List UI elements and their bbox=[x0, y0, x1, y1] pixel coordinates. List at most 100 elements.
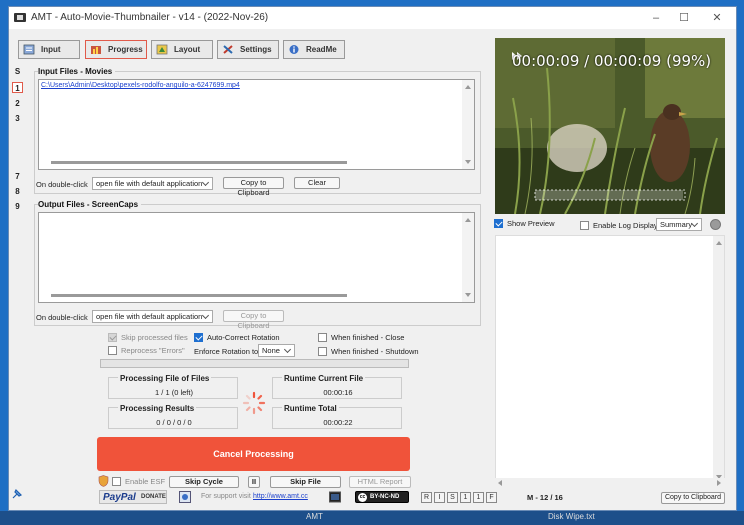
side-button-7[interactable]: 7 bbox=[12, 171, 23, 182]
log-hscroll[interactable] bbox=[495, 478, 725, 488]
side-button-9[interactable]: 9 bbox=[12, 201, 23, 212]
window-title: AMT - Auto-Movie-Thumbnailer - v14 - (20… bbox=[31, 12, 269, 23]
output-list-vscroll[interactable] bbox=[462, 213, 474, 302]
processing-results-title: Processing Results bbox=[118, 404, 197, 413]
runtime-total-value: 00:00:22 bbox=[323, 418, 353, 427]
skip-processed-label: Skip processed files bbox=[121, 333, 188, 342]
output-copy-button[interactable]: Copy to Clipboard bbox=[223, 310, 284, 330]
output-files-list[interactable] bbox=[38, 212, 475, 303]
processing-file-box: Processing File of Files 1 / 1 (0 left) bbox=[108, 374, 238, 399]
video-preview: 00:00:09 / 00:00:09 (99%) bbox=[495, 38, 725, 214]
reprocess-errors-checkbox[interactable] bbox=[108, 346, 117, 355]
side-button-2[interactable]: 2 bbox=[12, 98, 23, 109]
processing-file-title: Processing File of Files bbox=[118, 374, 212, 383]
log-vscroll[interactable] bbox=[713, 236, 724, 484]
runtime-current-value: 00:00:16 bbox=[323, 388, 353, 397]
status-button-f[interactable]: F bbox=[486, 492, 497, 503]
html-report-button[interactable]: HTML Report bbox=[349, 476, 411, 488]
pin-icon[interactable] bbox=[11, 488, 23, 500]
license-badge[interactable]: cc BY-NC-ND bbox=[355, 491, 409, 503]
input-dblclick-select[interactable]: open file with default application bbox=[92, 177, 213, 190]
status-button-s[interactable]: S bbox=[447, 492, 458, 503]
title-bar: AMT - Auto-Movie-Thumbnailer - v14 - (20… bbox=[9, 7, 736, 29]
taskbar-item-disk-wipe[interactable]: Disk Wipe.txt bbox=[548, 512, 595, 521]
readme-icon bbox=[289, 45, 299, 54]
runtime-current-box: Runtime Current File 00:00:16 bbox=[272, 374, 402, 399]
processing-results-value: 0 / 0 / 0 / 0 bbox=[156, 418, 192, 427]
progress-bar bbox=[100, 359, 409, 368]
show-preview-label: Show Preview bbox=[507, 219, 555, 228]
taskbar bbox=[0, 511, 744, 525]
output-dblclick-value: open file with default application bbox=[96, 312, 203, 321]
input-files-list[interactable]: C:\Users\Admin\Desktop\pexels-rodolfo-an… bbox=[38, 79, 475, 170]
footer-copy-button[interactable]: Copy to Clipboard bbox=[661, 492, 725, 504]
log-mode-select[interactable]: Summary bbox=[656, 218, 702, 231]
license-text: BY-NC-ND bbox=[370, 493, 400, 500]
tab-readme[interactable]: ReadMe bbox=[283, 40, 345, 59]
support-text: For support visit bbox=[201, 493, 251, 500]
pause-button[interactable]: II bbox=[248, 476, 260, 488]
input-icon bbox=[23, 44, 35, 55]
reprocess-errors-label: Reprocess "Errors" bbox=[121, 346, 185, 355]
status-button-r[interactable]: R bbox=[421, 492, 432, 503]
output-dblclick-select[interactable]: open file with default application bbox=[92, 310, 213, 323]
terminal-icon[interactable] bbox=[329, 491, 341, 503]
side-button-3[interactable]: 3 bbox=[12, 113, 23, 124]
input-list-vscroll[interactable] bbox=[462, 80, 474, 169]
status-button-1a[interactable]: 1 bbox=[460, 492, 471, 503]
side-button-s[interactable]: S bbox=[12, 66, 23, 77]
input-dblclick-label: On double-click bbox=[36, 180, 88, 189]
input-clear-button[interactable]: Clear bbox=[294, 177, 340, 189]
status-dot-icon[interactable] bbox=[710, 219, 721, 230]
enable-log-checkbox[interactable] bbox=[580, 221, 589, 230]
skip-file-button[interactable]: Skip File bbox=[270, 476, 341, 488]
show-preview-checkbox[interactable] bbox=[494, 219, 503, 228]
input-file-item[interactable]: C:\Users\Admin\Desktop\pexels-rodolfo-an… bbox=[41, 82, 240, 89]
tab-progress[interactable]: Progress bbox=[85, 40, 147, 59]
close-button[interactable]: ✕ bbox=[703, 10, 731, 26]
status-button-1b[interactable]: 1 bbox=[473, 492, 484, 503]
auto-correct-rotation-checkbox[interactable] bbox=[194, 333, 203, 342]
tab-settings[interactable]: Settings bbox=[217, 40, 279, 59]
tab-layout[interactable]: Layout bbox=[151, 40, 213, 59]
tab-input[interactable]: Input bbox=[18, 40, 80, 59]
cc-icon: cc bbox=[358, 493, 367, 502]
input-list-hscroll[interactable] bbox=[51, 161, 347, 164]
input-files-group: Input Files - Movies C:\Users\Admin\Desk… bbox=[34, 67, 481, 197]
finished-close-label: When finished - Close bbox=[331, 333, 405, 342]
loading-spinner-icon bbox=[242, 391, 266, 415]
shield-icon bbox=[98, 475, 109, 487]
input-copy-button[interactable]: Copy to Clipboard bbox=[223, 177, 284, 197]
support-link[interactable]: http://www.amt.cc bbox=[253, 493, 308, 500]
donate-label: DONATE bbox=[141, 494, 166, 500]
status-button-i[interactable]: I bbox=[434, 492, 445, 503]
preview-time-text: 00:00:09 / 00:00:09 (99%) bbox=[512, 52, 712, 70]
chevron-down-icon bbox=[201, 311, 210, 320]
enforce-rotation-select[interactable]: None bbox=[258, 344, 295, 357]
enable-esf-label: Enable ESF bbox=[125, 477, 166, 486]
taskbar-item-amt[interactable]: AMT bbox=[306, 512, 323, 521]
runtime-total-box: Runtime Total 00:00:22 bbox=[272, 404, 402, 429]
enable-log-label: Enable Log Display bbox=[593, 221, 658, 230]
file-counter: M - 12 / 16 bbox=[527, 493, 563, 502]
tab-settings-label: Settings bbox=[240, 45, 272, 54]
processing-results-box: Processing Results 0 / 0 / 0 / 0 bbox=[108, 404, 238, 429]
finished-shutdown-checkbox[interactable] bbox=[318, 347, 327, 356]
processing-file-value: 1 / 1 (0 left) bbox=[155, 388, 193, 397]
enforce-rotation-value: None bbox=[262, 346, 280, 355]
side-button-1[interactable]: 1 bbox=[12, 82, 23, 93]
layout-icon bbox=[156, 44, 168, 55]
output-dblclick-label: On double-click bbox=[36, 313, 88, 322]
finished-close-checkbox[interactable] bbox=[318, 333, 327, 342]
skip-processed-checkbox[interactable] bbox=[108, 333, 117, 342]
side-button-8[interactable]: 8 bbox=[12, 186, 23, 197]
output-list-hscroll[interactable] bbox=[51, 294, 347, 297]
minimize-button[interactable]: – bbox=[642, 10, 670, 26]
cancel-processing-button[interactable]: Cancel Processing bbox=[97, 437, 410, 471]
log-display-panel[interactable] bbox=[495, 235, 725, 485]
enable-esf-checkbox[interactable] bbox=[112, 477, 121, 486]
paypal-donate-button[interactable]: PayPal DONATE bbox=[99, 490, 167, 504]
skip-cycle-button[interactable]: Skip Cycle bbox=[169, 476, 239, 488]
maximize-button[interactable]: ☐ bbox=[670, 10, 698, 26]
app-window: AMT - Auto-Movie-Thumbnailer - v14 - (20… bbox=[8, 6, 737, 511]
